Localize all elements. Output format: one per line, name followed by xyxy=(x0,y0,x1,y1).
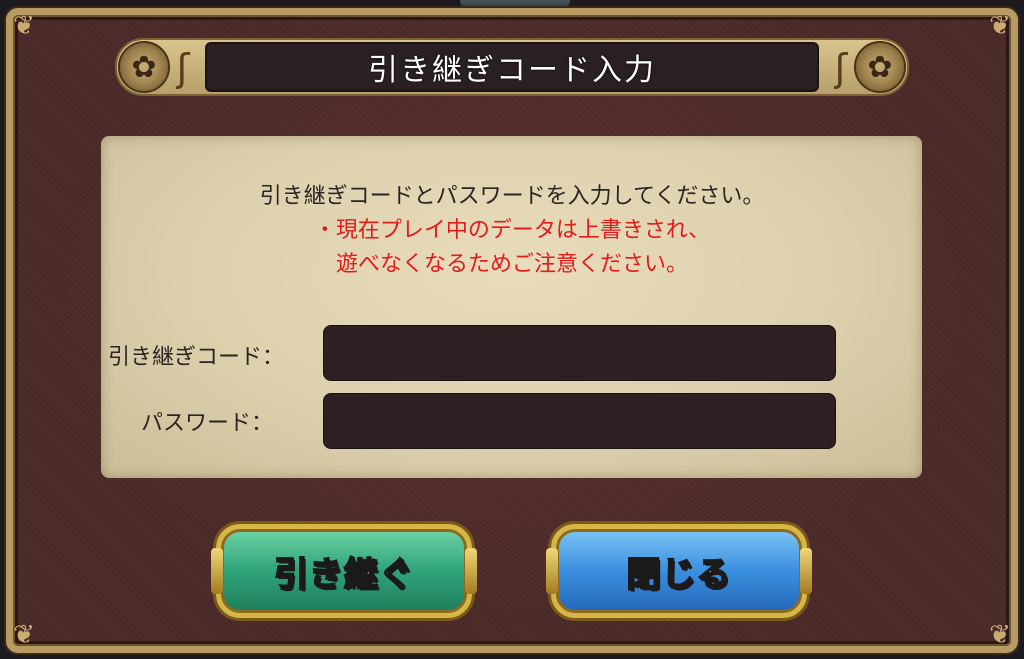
corner-flourish-icon: ❦ xyxy=(989,11,1011,41)
scroll-curl-icon: ʃ xyxy=(834,46,848,90)
flower-ornament-icon: ✿ xyxy=(854,41,906,93)
corner-flourish-icon: ❦ xyxy=(13,620,35,650)
dialog-title: 引き継ぎコード入力 xyxy=(368,53,656,88)
transfer-code-input[interactable] xyxy=(323,325,836,381)
close-button[interactable]: 閉じる xyxy=(546,524,812,618)
password-label: パスワード： xyxy=(141,411,274,436)
instruction-text: 引き継ぎコードとパスワードを入力してください。 xyxy=(259,184,765,209)
corner-flourish-icon: ❦ xyxy=(989,620,1011,650)
password-input[interactable] xyxy=(323,393,836,449)
close-button-label: 閉じる xyxy=(626,554,732,596)
flower-ornament-icon: ✿ xyxy=(118,41,170,93)
button-cap-right xyxy=(800,548,812,594)
button-cap-left xyxy=(546,548,558,594)
transfer-button-label: 引き継ぐ xyxy=(273,554,414,596)
corner-flourish-icon: ❦ xyxy=(13,11,35,41)
button-cap-right xyxy=(465,548,477,594)
code-label: 引き継ぎコード： xyxy=(108,345,285,370)
title-plate: 引き継ぎコード入力 xyxy=(205,42,819,92)
warning-text-line2: 遊べなくなるためご注意ください。 xyxy=(335,252,688,277)
scroll-curl-icon: ʃ xyxy=(176,46,190,90)
transfer-button[interactable]: 引き継ぐ xyxy=(211,524,477,618)
button-cap-left xyxy=(211,548,223,594)
warning-text-line1: ・現在プレイ中のデータは上書きされ、 xyxy=(313,218,711,243)
